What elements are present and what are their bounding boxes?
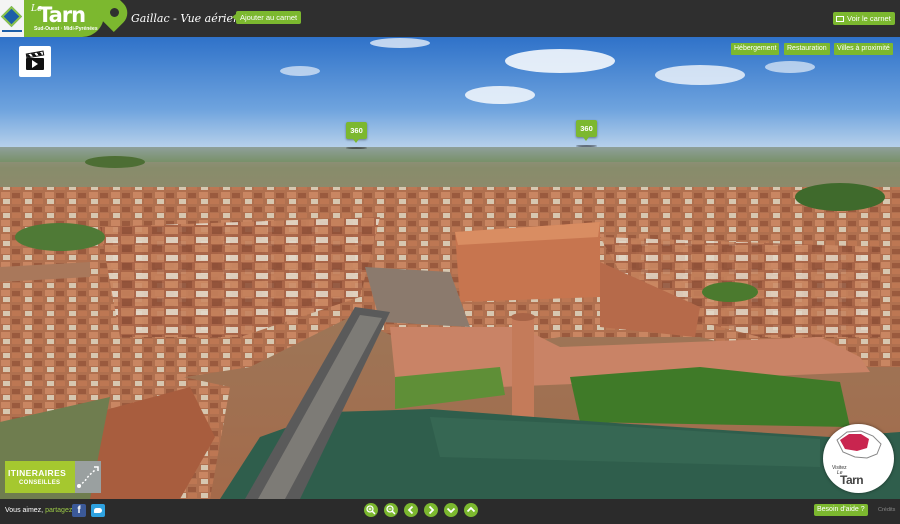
add-to-notebook-button[interactable]: Ajouter au carnet: [231, 11, 302, 24]
itineraries-label-box: ITINERAIRES CONSEILLES: [5, 461, 75, 493]
map-pin-hole: [110, 8, 119, 17]
zoom-in-button[interactable]: [364, 503, 378, 517]
department-logo[interactable]: [0, 0, 24, 37]
visit-badge-brand: Tarn: [840, 473, 864, 487]
facebook-icon[interactable]: f: [72, 504, 86, 517]
pan-up-button[interactable]: [464, 503, 478, 517]
hotspot-360-1[interactable]: 360: [346, 122, 367, 143]
twitter-icon[interactable]: [91, 504, 105, 517]
video-button[interactable]: [19, 46, 51, 77]
chevron-left-icon: [407, 505, 414, 515]
hotspot-shadow: [576, 145, 597, 147]
credits-link[interactable]: Crédits: [878, 507, 895, 513]
pan-right-button[interactable]: [424, 503, 438, 517]
visit-tarn-badge[interactable]: Visitez Le Tarn: [823, 424, 894, 493]
top-bar: Le Tarn Sud-Ouest · Midi-Pyrénées Gailla…: [0, 0, 900, 37]
hotspot-360-2[interactable]: 360: [576, 120, 597, 141]
brand-logo[interactable]: Le Tarn Sud-Ouest · Midi-Pyrénées: [24, 0, 104, 37]
help-button[interactable]: Besoin d'aide ?: [814, 504, 868, 516]
department-logo-text: [2, 30, 22, 32]
pan-down-button[interactable]: [444, 503, 458, 517]
hebergement-button[interactable]: Hébergement: [731, 43, 780, 55]
aerial-panorama-image: [0, 37, 900, 499]
department-emblem-icon: [0, 5, 23, 28]
nearby-towns-button[interactable]: Villes à proximité: [834, 43, 893, 55]
itineraries-button[interactable]: ITINERAIRES CONSEILLES: [5, 461, 101, 493]
chevron-right-icon: [428, 505, 435, 515]
brand-name: Tarn: [38, 3, 86, 27]
brand-tagline: Sud-Ouest · Midi-Pyrénées: [34, 26, 98, 32]
share-prefix: Vous aimez,: [5, 507, 44, 514]
chevron-up-icon: [466, 506, 476, 513]
view-notebook-label: Voir le carnet: [847, 14, 891, 23]
notebook-icon: [836, 16, 844, 22]
zoom-out-icon: [386, 505, 396, 515]
zoom-in-icon: [366, 505, 376, 515]
route-icon: [75, 461, 101, 493]
share-text: Vous aimez, partagez !: [5, 507, 76, 514]
panorama-viewer[interactable]: Hébergement Restauration Villes à proxim…: [0, 37, 900, 499]
chevron-down-icon: [446, 507, 456, 514]
hotspot-shadow: [346, 147, 367, 149]
restauration-button[interactable]: Restauration: [784, 43, 830, 55]
pan-left-button[interactable]: [404, 503, 418, 517]
play-icon: [32, 60, 38, 68]
zoom-out-button[interactable]: [384, 503, 398, 517]
itineraries-label-line1: ITINERAIRES: [8, 468, 67, 478]
itineraries-label-line2: CONSEILLES: [19, 480, 61, 486]
bottom-bar: Vous aimez, partagez ! f Besoin d'aide ?…: [0, 499, 900, 524]
view-notebook-button[interactable]: Voir le carnet: [833, 12, 895, 25]
